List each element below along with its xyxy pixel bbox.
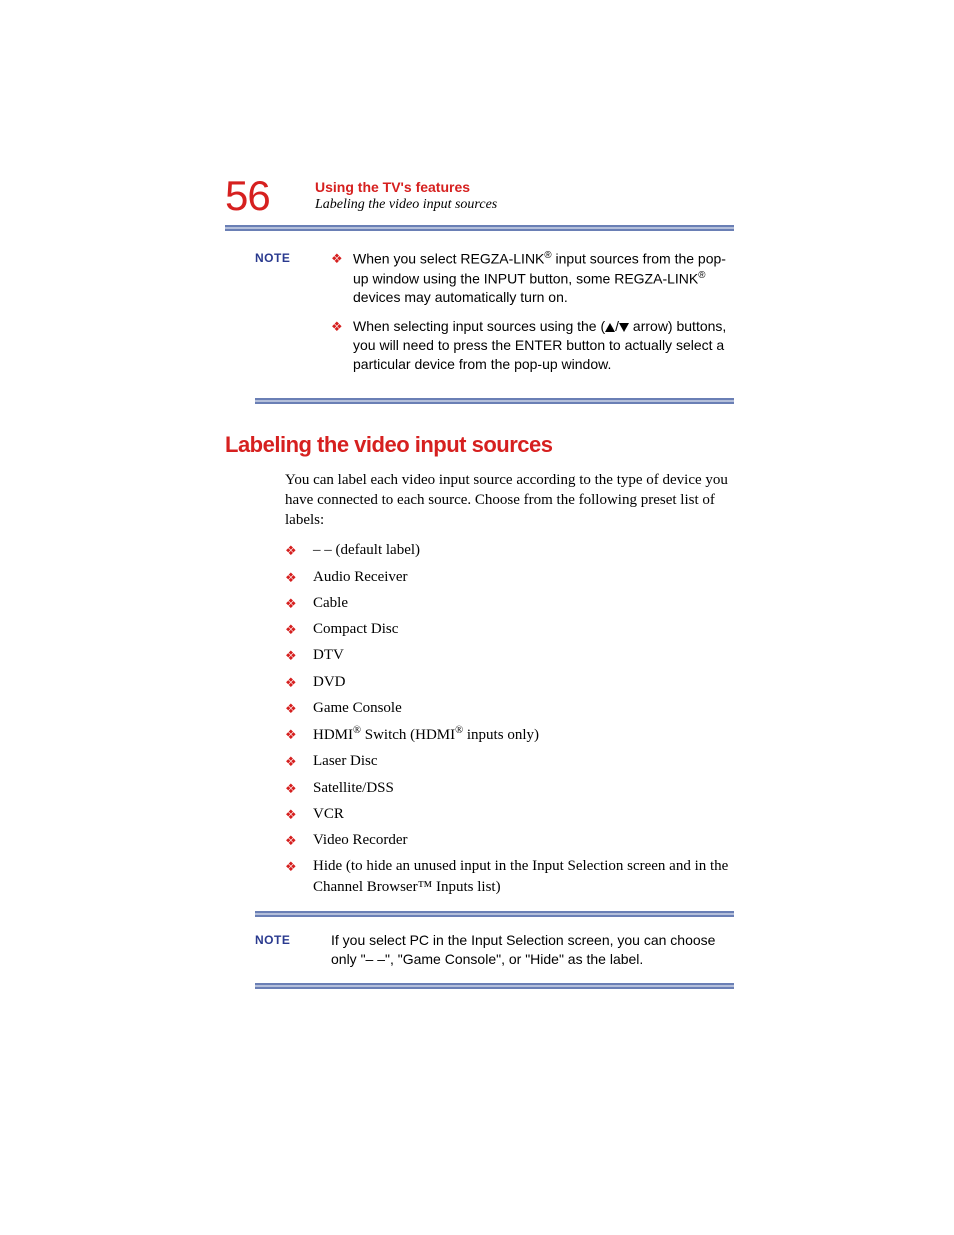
list-item-text: HDMI® Switch (HDMI® inputs only) (313, 724, 734, 745)
list-item-text: Laser Disc (313, 751, 734, 771)
list-item-text: Satellite/DSS (313, 778, 734, 798)
chapter-title: Using the TV's features (315, 179, 497, 195)
list-item: ❖HDMI® Switch (HDMI® inputs only) (285, 724, 734, 745)
list-item: ❖Audio Receiver (285, 567, 734, 587)
list-item: ❖VCR (285, 804, 734, 824)
diamond-bullet-icon: ❖ (285, 645, 313, 665)
list-item-text: Audio Receiver (313, 567, 734, 587)
note-body-text: If you select PC in the Input Selection … (331, 931, 734, 969)
diamond-bullet-icon: ❖ (285, 804, 313, 824)
text-fragment: devices may automatically turn on. (353, 289, 568, 305)
list-item-text: Compact Disc (313, 619, 734, 639)
arrow-up-icon (605, 323, 615, 332)
document-page: 56 Using the TV's features Labeling the … (0, 0, 954, 989)
text-fragment: When you select REGZA-LINK (353, 251, 544, 267)
registered-mark: ® (544, 250, 551, 261)
note-block-2: NOTE If you select PC in the Input Selec… (255, 931, 734, 969)
note-bullet-item: ❖ When selecting input sources using the… (331, 317, 734, 374)
list-item: ❖Game Console (285, 698, 734, 718)
note-label: NOTE (255, 931, 331, 969)
list-item-text: Game Console (313, 698, 734, 718)
registered-mark: ® (353, 725, 361, 736)
list-item-text: DVD (313, 672, 734, 692)
list-item: ❖Cable (285, 593, 734, 613)
list-item: ❖DTV (285, 645, 734, 665)
diamond-bullet-icon: ❖ (285, 724, 313, 745)
list-item-text: Hide (to hide an unused input in the Inp… (313, 856, 734, 897)
registered-mark: ® (698, 270, 705, 281)
list-item: ❖Laser Disc (285, 751, 734, 771)
diamond-bullet-icon: ❖ (285, 751, 313, 771)
list-item: ❖Satellite/DSS (285, 778, 734, 798)
note-body: ❖ When you select REGZA-LINK® input sour… (331, 249, 734, 384)
diamond-bullet-icon: ❖ (285, 567, 313, 587)
section-subtitle: Labeling the video input sources (315, 197, 497, 213)
divider-double-rule (255, 911, 734, 917)
text-fragment: When selecting input sources using the ( (353, 318, 605, 334)
list-item-text: Cable (313, 593, 734, 613)
diamond-bullet-icon: ❖ (285, 778, 313, 798)
diamond-bullet-icon: ❖ (285, 698, 313, 718)
list-item: ❖DVD (285, 672, 734, 692)
header-text-block: Using the TV's features Labeling the vid… (315, 175, 497, 213)
note-bullet-text: When selecting input sources using the (… (353, 317, 734, 374)
diamond-bullet-icon: ❖ (285, 830, 313, 850)
arrow-down-icon (619, 323, 629, 332)
divider-double-rule (255, 398, 734, 404)
diamond-bullet-icon: ❖ (285, 619, 313, 639)
note-label: NOTE (255, 249, 331, 384)
note-block-1: NOTE ❖ When you select REGZA-LINK® input… (255, 249, 734, 384)
intro-paragraph: You can label each video input source ac… (285, 470, 734, 531)
diamond-bullet-icon: ❖ (331, 317, 353, 374)
list-item-text: Video Recorder (313, 830, 734, 850)
divider-double-rule (255, 983, 734, 989)
diamond-bullet-icon: ❖ (285, 672, 313, 692)
registered-mark: ® (455, 725, 463, 736)
diamond-bullet-icon: ❖ (285, 593, 313, 613)
diamond-bullet-icon: ❖ (285, 540, 313, 560)
note-bullet-text: When you select REGZA-LINK® input source… (353, 249, 734, 307)
list-item: ❖Hide (to hide an unused input in the In… (285, 856, 734, 897)
diamond-bullet-icon: ❖ (331, 249, 353, 307)
diamond-bullet-icon: ❖ (285, 856, 313, 897)
list-item: ❖Compact Disc (285, 619, 734, 639)
divider-double-rule (225, 225, 734, 231)
text-fragment: HDMI (313, 727, 353, 743)
note-bullet-item: ❖ When you select REGZA-LINK® input sour… (331, 249, 734, 307)
page-header: 56 Using the TV's features Labeling the … (225, 175, 734, 217)
list-item-text: DTV (313, 645, 734, 665)
page-number: 56 (225, 175, 315, 217)
text-fragment: inputs only) (463, 727, 539, 743)
list-item: ❖– – (default label) (285, 540, 734, 560)
list-item: ❖Video Recorder (285, 830, 734, 850)
preset-label-list: ❖– – (default label) ❖Audio Receiver ❖Ca… (285, 540, 734, 897)
list-item-text: VCR (313, 804, 734, 824)
section-heading: Labeling the video input sources (225, 432, 734, 458)
list-item-text: – – (default label) (313, 540, 734, 560)
text-fragment: Switch (HDMI (361, 727, 455, 743)
